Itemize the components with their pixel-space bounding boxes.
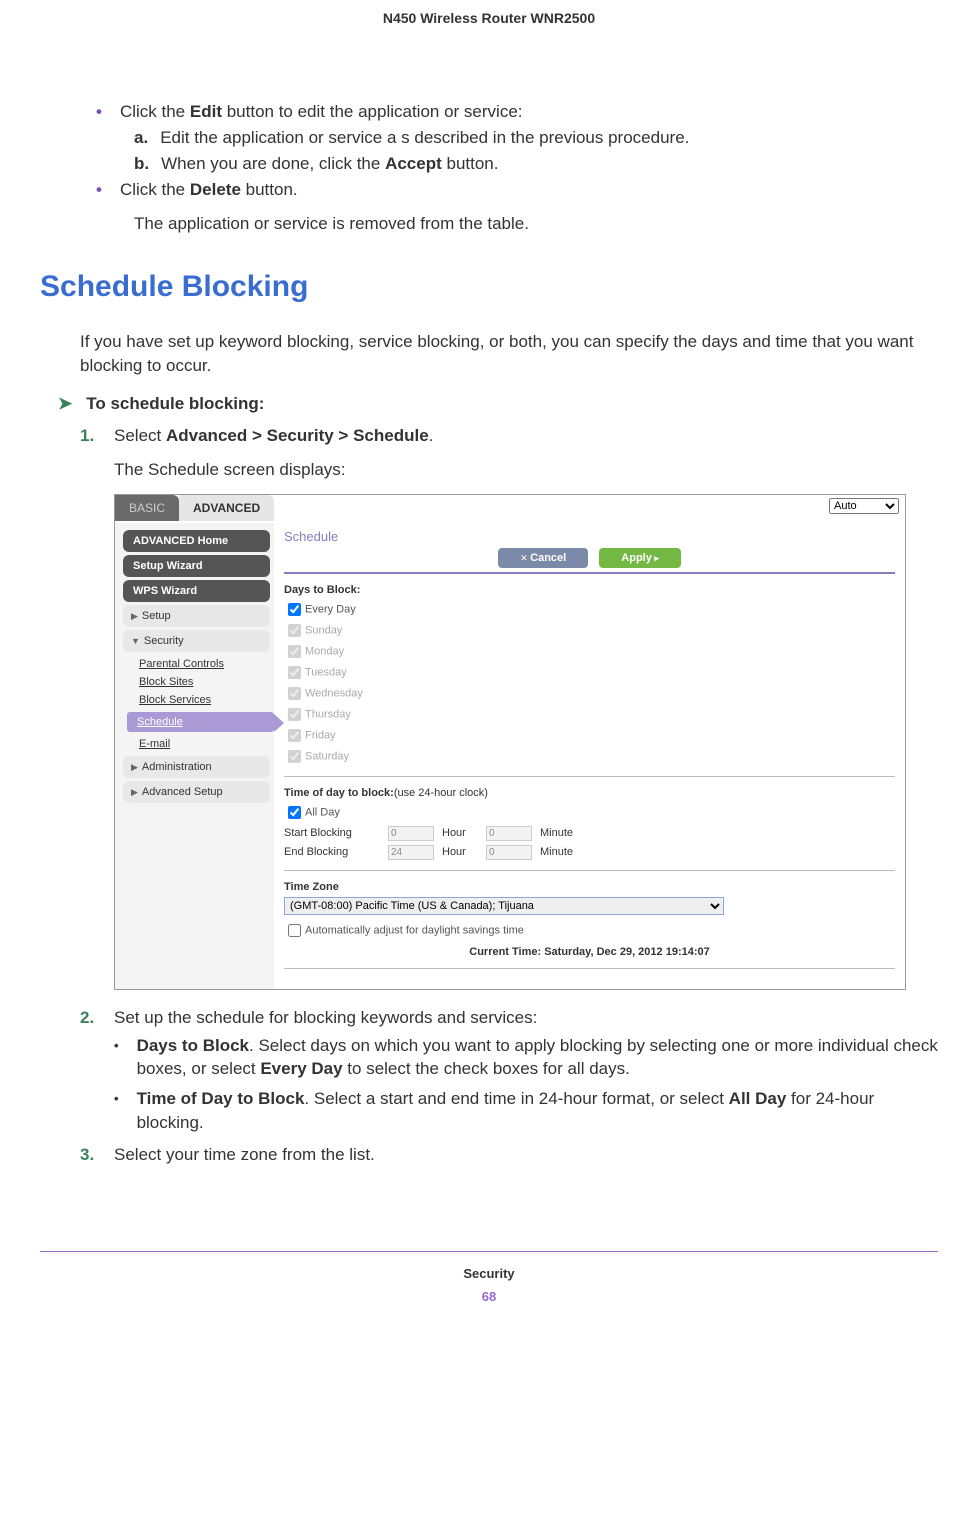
cb-saturday[interactable]: Saturday xyxy=(284,747,895,766)
apply-button[interactable]: Apply xyxy=(599,548,681,568)
bullet-icon: • xyxy=(114,1034,119,1082)
delete-result: The application or service is removed fr… xyxy=(134,214,938,234)
sidebar-sub-parental[interactable]: Parental Controls xyxy=(139,658,274,670)
time-title: Time of day to block:(use 24-hour clock) xyxy=(284,787,895,799)
end-min-input[interactable] xyxy=(486,845,532,860)
cancel-button[interactable]: Cancel xyxy=(498,548,588,568)
substep-b: b. When you are done, click the Accept b… xyxy=(134,154,938,174)
start-hour-input[interactable] xyxy=(388,826,434,841)
sidebar-item-home[interactable]: ADVANCED Home xyxy=(123,530,270,552)
sidebar: ADVANCED Home Setup Wizard WPS Wizard ▶S… xyxy=(115,523,274,989)
cb-friday[interactable]: Friday xyxy=(284,726,895,745)
caret-icon: ▼ xyxy=(131,636,140,646)
divider xyxy=(284,870,895,871)
caret-icon: ▶ xyxy=(131,762,138,772)
step-2-bullet-1: • Days to Block. Select days on which yo… xyxy=(114,1034,938,1082)
tz-title: Time Zone xyxy=(284,881,895,893)
current-time: Current Time: Saturday, Dec 29, 2012 19:… xyxy=(284,946,895,958)
sidebar-item-admin[interactable]: ▶Administration xyxy=(123,756,270,778)
cb-wednesday[interactable]: Wednesday xyxy=(284,684,895,703)
caret-icon: ▶ xyxy=(131,611,138,621)
footer-section: Security xyxy=(40,1266,938,1281)
page-footer: Security 68 xyxy=(40,1251,938,1304)
bullet-icon: • xyxy=(96,102,102,122)
caret-icon: ▶ xyxy=(131,787,138,797)
content-panel: Schedule Cancel Apply Days to Block: Eve… xyxy=(274,523,905,989)
sidebar-item-security[interactable]: ▼Security xyxy=(123,630,270,652)
cb-monday[interactable]: Monday xyxy=(284,642,895,661)
arrow-icon: ➤ xyxy=(58,394,72,414)
step-2: 2. Set up the schedule for blocking keyw… xyxy=(80,1008,938,1028)
tab-basic[interactable]: BASIC xyxy=(115,495,179,521)
footer-page: 68 xyxy=(40,1289,938,1304)
sidebar-item-setup[interactable]: ▶Setup xyxy=(123,605,270,627)
divider xyxy=(284,776,895,777)
section-heading: Schedule Blocking xyxy=(40,270,938,304)
router-screenshot: BASIC ADVANCED Auto ADVANCED Home Setup … xyxy=(114,494,906,990)
procedure-heading: ➤ To schedule blocking: xyxy=(58,394,938,414)
bullet-edit: • Click the Edit button to edit the appl… xyxy=(96,102,938,122)
sidebar-sub-sites[interactable]: Block Sites xyxy=(139,676,274,688)
end-hour-input[interactable] xyxy=(388,845,434,860)
step-1-caption: The Schedule screen displays: xyxy=(114,460,938,480)
cb-tuesday[interactable]: Tuesday xyxy=(284,663,895,682)
sidebar-item-wps-wizard[interactable]: WPS Wizard xyxy=(123,580,270,602)
sidebar-item-adv-setup[interactable]: ▶Advanced Setup xyxy=(123,781,270,803)
cb-sunday[interactable]: Sunday xyxy=(284,621,895,640)
start-min-input[interactable] xyxy=(486,826,532,841)
cb-everyday[interactable]: Every Day xyxy=(284,600,895,619)
bullet-icon: • xyxy=(114,1087,119,1135)
tz-select[interactable]: (GMT-08:00) Pacific Time (US & Canada); … xyxy=(284,897,724,915)
sidebar-item-setup-wizard[interactable]: Setup Wizard xyxy=(123,555,270,577)
bullet-delete-text: Click the Delete button. xyxy=(120,180,298,200)
divider xyxy=(284,968,895,969)
step-3: 3. Select your time zone from the list. xyxy=(80,1145,938,1165)
substep-a: a. Edit the application or service a s d… xyxy=(134,128,938,148)
doc-header: N450 Wireless Router WNR2500 xyxy=(40,10,938,26)
sidebar-sub-services[interactable]: Block Services xyxy=(139,694,274,706)
section-intro: If you have set up keyword blocking, ser… xyxy=(80,330,938,378)
step-2-bullet-2: • Time of Day to Block. Select a start a… xyxy=(114,1087,938,1135)
days-title: Days to Block: xyxy=(284,584,895,596)
sidebar-sub-schedule[interactable]: Schedule xyxy=(127,712,274,732)
divider xyxy=(284,572,895,574)
cb-dst[interactable]: Automatically adjust for daylight saving… xyxy=(284,921,895,940)
start-row: Start Blocking Hour Minute xyxy=(284,826,895,841)
end-row: End Blocking Hour Minute xyxy=(284,845,895,860)
bullet-delete: • Click the Delete button. xyxy=(96,180,938,200)
cb-allday[interactable]: All Day xyxy=(284,803,895,822)
sidebar-sub-email[interactable]: E-mail xyxy=(139,738,274,750)
cb-thursday[interactable]: Thursday xyxy=(284,705,895,724)
bullet-edit-text: Click the Edit button to edit the applic… xyxy=(120,102,523,122)
step-1: 1. Select Advanced > Security > Schedule… xyxy=(80,426,938,446)
bullet-icon: • xyxy=(96,180,102,200)
auto-select[interactable]: Auto xyxy=(829,498,899,514)
panel-title: Schedule xyxy=(284,529,895,544)
tab-advanced[interactable]: ADVANCED xyxy=(179,495,274,521)
